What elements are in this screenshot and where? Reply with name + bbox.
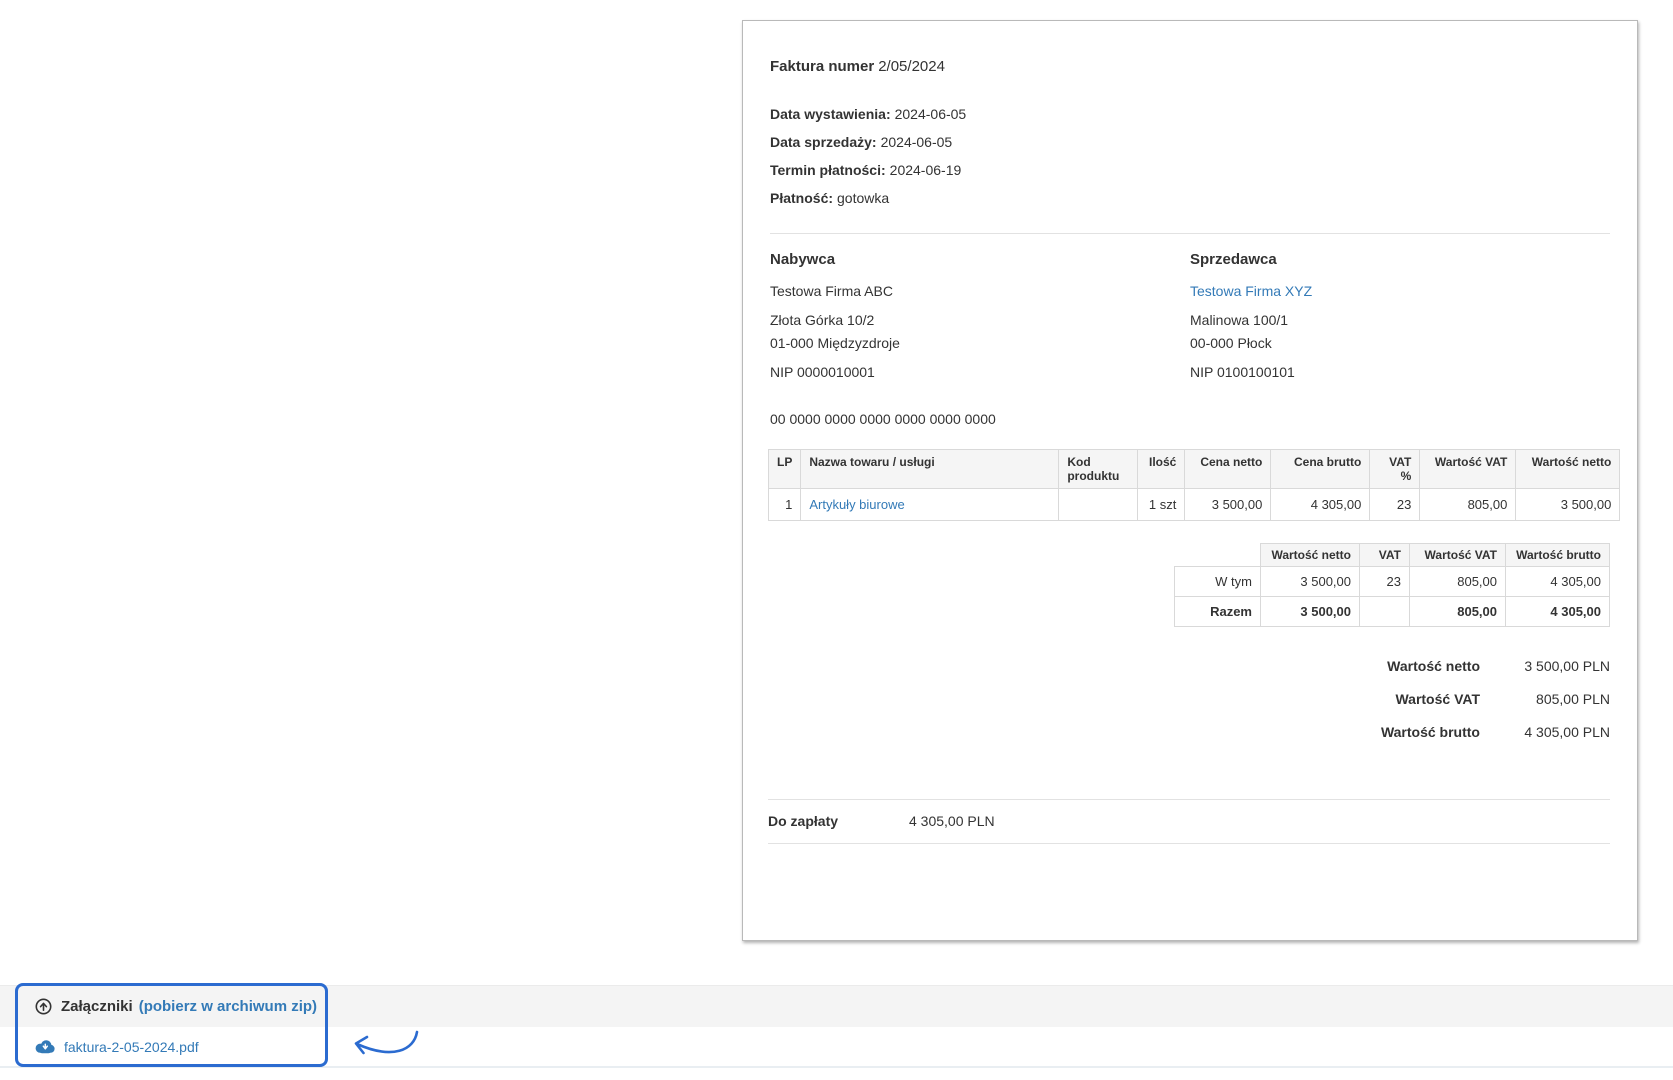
cell-net: 3 500,00	[1260, 596, 1360, 627]
total-gross-row: Wartość brutto 4 305,00 PLN	[1381, 715, 1610, 748]
cell-gross: 4 305,00	[1505, 566, 1610, 597]
vat-summary-blank-header	[1175, 544, 1261, 567]
payment-method-row: Płatność: gotowka	[770, 184, 966, 212]
sale-date-row: Data sprzedaży: 2024-06-05	[770, 128, 966, 156]
cell-vat: 805,00	[1409, 566, 1506, 597]
payment-due-value: 2024-06-19	[889, 162, 962, 178]
invoice-title-label: Faktura numer	[770, 58, 875, 75]
row-label: W tym	[1174, 566, 1261, 597]
attachments-section: Załączniki (pobierz w archiwum zip) fakt…	[0, 983, 1673, 1068]
col-header-gross-price: Cena brutto	[1270, 449, 1371, 489]
vat-summary-header-vat: Wartość VAT	[1409, 543, 1506, 567]
buyer-block: Nabywca Testowa Firma ABC Złota Górka 10…	[770, 251, 1190, 380]
issue-date-value: 2024-06-05	[894, 106, 967, 122]
amount-due-value: 4 305,00 PLN	[909, 813, 995, 829]
divider	[770, 233, 1610, 234]
attachments-header: Załączniki (pobierz w archiwum zip)	[0, 985, 1673, 1027]
total-net-value: 3 500,00 PLN	[1524, 657, 1610, 674]
totals-block: Wartość netto 3 500,00 PLN Wartość VAT 8…	[1381, 649, 1610, 748]
cell-vat: 805,00	[1409, 596, 1506, 627]
cell-gross: 4 305,00	[1505, 596, 1610, 627]
payment-due-row: Termin płatności: 2024-06-19	[770, 156, 966, 184]
buyer-nip: NIP 0000010001	[770, 364, 875, 380]
sale-date-label: Data sprzedaży:	[770, 134, 877, 150]
amount-due-label: Do zapłaty	[768, 813, 839, 829]
col-header-lp: LP	[767, 449, 802, 489]
cloud-download-icon	[35, 1039, 55, 1054]
vat-summary-header-gross: Wartość brutto	[1505, 543, 1610, 567]
buyer-address-line1: Złota Górka 10/2	[770, 312, 875, 328]
cell-net: 3 500,00	[1260, 566, 1360, 597]
attachments-heading: Załączniki	[61, 998, 133, 1015]
curved-arrow-annotation	[347, 1030, 419, 1067]
total-gross-label: Wartość brutto	[1380, 723, 1480, 740]
seller-address-line2: 00-000 Płock	[1190, 335, 1272, 351]
vat-summary-row-wtym: W tym 3 500,00 23 805,00 4 305,00	[1174, 566, 1610, 597]
vat-summary-header-net: Wartość netto	[1260, 543, 1360, 567]
vat-summary-header-row: Wartość netto VAT Wartość VAT Wartość br…	[1175, 543, 1610, 567]
seller-nip: NIP 0100100101	[1190, 364, 1295, 380]
attachment-file-link[interactable]: faktura-2-05-2024.pdf	[64, 1039, 199, 1055]
total-vat-row: Wartość VAT 805,00 PLN	[1381, 682, 1610, 715]
vat-summary-header-vat-rate: VAT	[1359, 543, 1410, 567]
issue-date-row: Data wystawienia: 2024-06-05	[770, 100, 966, 128]
cell-net-price: 3 500,00	[1184, 488, 1272, 521]
col-header-qty: Ilość	[1137, 449, 1186, 489]
col-header-code: Kod produktu	[1058, 449, 1139, 489]
invoice-meta: Data wystawienia: 2024-06-05 Data sprzeda…	[770, 100, 966, 212]
payment-method-label: Płatność:	[770, 190, 834, 206]
seller-address-line1: Malinowa 100/1	[1190, 312, 1289, 328]
payment-due-label: Termin płatności:	[770, 162, 886, 178]
row-label: Razem	[1174, 596, 1261, 627]
payment-method-value: gotowka	[837, 190, 890, 206]
vat-summary-table: Wartość netto VAT Wartość VAT Wartość br…	[1174, 543, 1610, 627]
seller-block: Sprzedawca Testowa Firma XYZ Malinowa 10…	[1190, 251, 1610, 380]
vat-summary-row-razem: Razem 3 500,00 805,00 4 305,00	[1174, 596, 1610, 627]
cell-gross-price: 4 305,00	[1270, 488, 1371, 521]
col-header-net-price: Cena netto	[1184, 449, 1272, 489]
cell-code	[1058, 488, 1139, 521]
total-vat-label: Wartość VAT	[1395, 690, 1480, 707]
items-table: LP Nazwa towaru / usługi Kod produktu Il…	[767, 449, 1621, 521]
items-header-row: LP Nazwa towaru / usługi Kod produktu Il…	[767, 449, 1621, 489]
seller-name-link[interactable]: Testowa Firma XYZ	[1190, 283, 1312, 299]
cell-qty: 1 szt	[1137, 488, 1186, 521]
download-zip-link[interactable]: (pobierz w archiwum zip)	[139, 998, 317, 1015]
total-gross-value: 4 305,00 PLN	[1524, 723, 1610, 740]
seller-heading: Sprzedawca	[1190, 251, 1277, 268]
col-header-vat-rate: VAT %	[1369, 449, 1421, 489]
cell-lp: 1	[767, 488, 802, 521]
cell-net-value: 3 500,00	[1515, 488, 1621, 521]
buyer-name: Testowa Firma ABC	[770, 283, 893, 299]
total-vat-value: 805,00 PLN	[1536, 690, 1610, 707]
cell-vat-rate: 23	[1369, 488, 1421, 521]
invoice-number: 2/05/2024	[878, 58, 945, 75]
circle-arrow-up-icon	[35, 998, 52, 1015]
issue-date-label: Data wystawienia:	[770, 106, 891, 122]
attachment-file-row[interactable]: faktura-2-05-2024.pdf	[0, 1027, 1673, 1068]
total-net-row: Wartość netto 3 500,00 PLN	[1381, 649, 1610, 682]
total-net-label: Wartość netto	[1387, 657, 1480, 674]
bank-account-number: 00 0000 0000 0000 0000 0000 0000	[770, 411, 996, 427]
col-header-vat-value: Wartość VAT	[1419, 449, 1517, 489]
amount-due-section: Do zapłaty 4 305,00 PLN	[768, 799, 1610, 844]
col-header-net-value: Wartość netto	[1515, 449, 1621, 489]
cell-vat-value: 805,00	[1419, 488, 1517, 521]
cell-vat-rate	[1359, 596, 1410, 627]
item-row: 1 Artykuły biurowe 1 szt 3 500,00 4 305,…	[767, 488, 1621, 521]
item-name-link[interactable]: Artykuły biurowe	[809, 497, 904, 512]
invoice-panel: Faktura numer 2/05/2024 Data wystawienia:…	[742, 20, 1638, 941]
buyer-heading: Nabywca	[770, 251, 836, 268]
col-header-name: Nazwa towaru / usługi	[800, 449, 1060, 489]
parties-section: Nabywca Testowa Firma ABC Złota Górka 10…	[770, 251, 1610, 380]
buyer-address-line2: 01-000 Międzyzdroje	[770, 335, 900, 351]
invoice-title: Faktura numer 2/05/2024	[770, 58, 945, 75]
cell-vat-rate: 23	[1359, 566, 1410, 597]
sale-date-value: 2024-06-05	[880, 134, 953, 150]
